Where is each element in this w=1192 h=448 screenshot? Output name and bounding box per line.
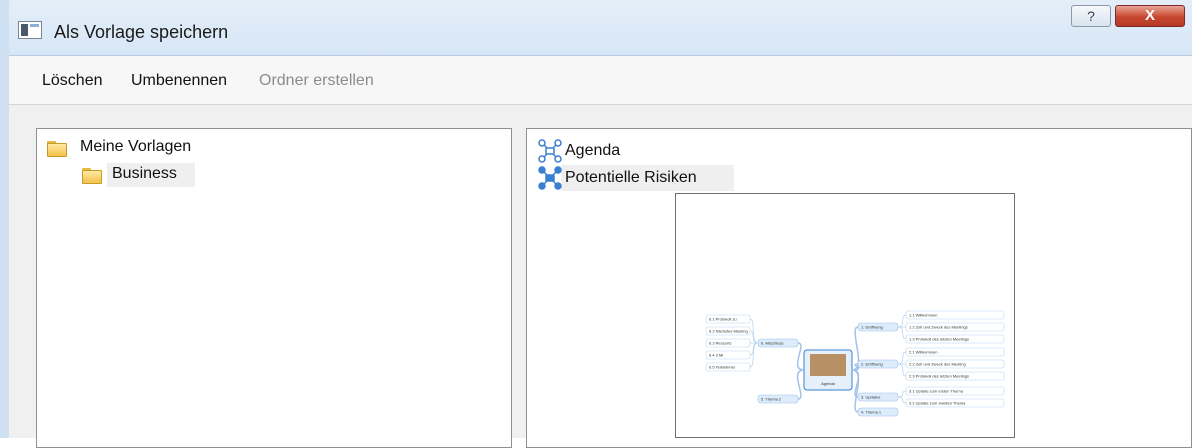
dialog-window: Als Vorlage speichern ? X Löschen Umbene… (0, 0, 1192, 448)
close-button[interactable]: X (1115, 5, 1185, 27)
help-button[interactable]: ? (1071, 5, 1111, 27)
mindmap-branch-label: 2. Eröffnung (861, 362, 883, 367)
app-icon (18, 21, 42, 39)
mindmap-child-label: 6.4 3 Mi (709, 353, 723, 358)
folder-icon (82, 168, 102, 184)
template-row-agenda[interactable]: Agenda (537, 137, 677, 167)
menu-item-loeschen[interactable]: Löschen (42, 72, 103, 90)
mindmap-child-line (897, 390, 907, 398)
mindmap-center-label: Agenda (821, 381, 836, 386)
folder-label: Business (112, 165, 177, 182)
mindmap-child-label: 1.3 Protokoll des letzten Meetings (909, 337, 969, 342)
mindmap-child-label: 1.1 Willkommen (909, 313, 937, 318)
window-title: Als Vorlage speichern (54, 22, 229, 42)
folder-icon (47, 141, 67, 157)
template-label: Agenda (565, 142, 621, 159)
menu-item-umbenennen[interactable]: Umbenennen (131, 72, 227, 90)
folder-row-meine-vorlagen[interactable]: Meine Vorlagen (47, 137, 247, 161)
template-row-potentielle-risiken[interactable]: Potentielle Risiken (537, 164, 737, 194)
title-bar[interactable]: Als Vorlage speichern ? X (9, 0, 1192, 56)
mindmap-icon (538, 166, 562, 190)
mindmap-child-label: 2.2 Zeit und Zweck des Meeting (909, 362, 966, 367)
mindmap-branch-label: 3. Updates (861, 395, 880, 400)
mindmap-child-line (897, 314, 907, 328)
mindmap-branch-label: 5. Thema 2 (761, 397, 782, 402)
mindmap-branch-line (796, 342, 805, 371)
mindmap-branch-label: 1. Eröffnung (861, 325, 883, 330)
menu-bar: Löschen Umbenennen Ordner erstellen (9, 56, 1192, 105)
mindmap-child-line (897, 363, 907, 377)
menu-item-ordner-erstellen[interactable]: Ordner erstellen (259, 72, 374, 90)
mindmap-child-label: 6.5 Teilnehmer (709, 365, 736, 370)
mindmap-child-label: 1.2 Zeit und Zweck des Meetings (909, 325, 968, 330)
folder-tree-pane[interactable]: Meine Vorlagen Business (36, 128, 512, 448)
mindmap-child-line (897, 351, 907, 365)
folder-row-business[interactable]: Business (82, 164, 222, 188)
mindmap-child-label: 3.1 Update zum ersten Thema (909, 389, 964, 394)
mindmap-child-line (897, 326, 907, 340)
mindmap-child-label: 6.2 Nächstes Meeting (709, 329, 748, 334)
mindmap-branch-label: 6. Abschluss (761, 341, 783, 346)
mindmap-preview: Agenda 1. Eröffnung 1.1 Willkommen 1.2 Zeit… (705, 310, 1005, 417)
mindmap-child-label: 6.1 Protokoll zu (709, 317, 737, 322)
mindmap-child-label: 3.2 Update zum zweiten Thema (909, 401, 966, 406)
template-preview: Agenda 1. Eröffnung 1.1 Willkommen 1.2 Zeit… (675, 193, 1015, 438)
mindmap-child-label: 2.3 Protokoll des letzten Meetings (909, 374, 969, 379)
mindmap-child-label: 6.3 Ressorts (709, 341, 731, 346)
mindmap-icon (538, 139, 562, 163)
folder-label: Meine Vorlagen (80, 138, 192, 155)
mindmap-child-line (897, 396, 907, 404)
mindmap-center-image (810, 354, 846, 376)
mindmap-branch-label: 4. Thema 1 (861, 410, 882, 415)
mindmap-branch-line (796, 369, 805, 400)
mindmap-child-label: 2.1 Willkommen (909, 350, 937, 355)
template-label: Potentielle Risiken (565, 169, 697, 186)
